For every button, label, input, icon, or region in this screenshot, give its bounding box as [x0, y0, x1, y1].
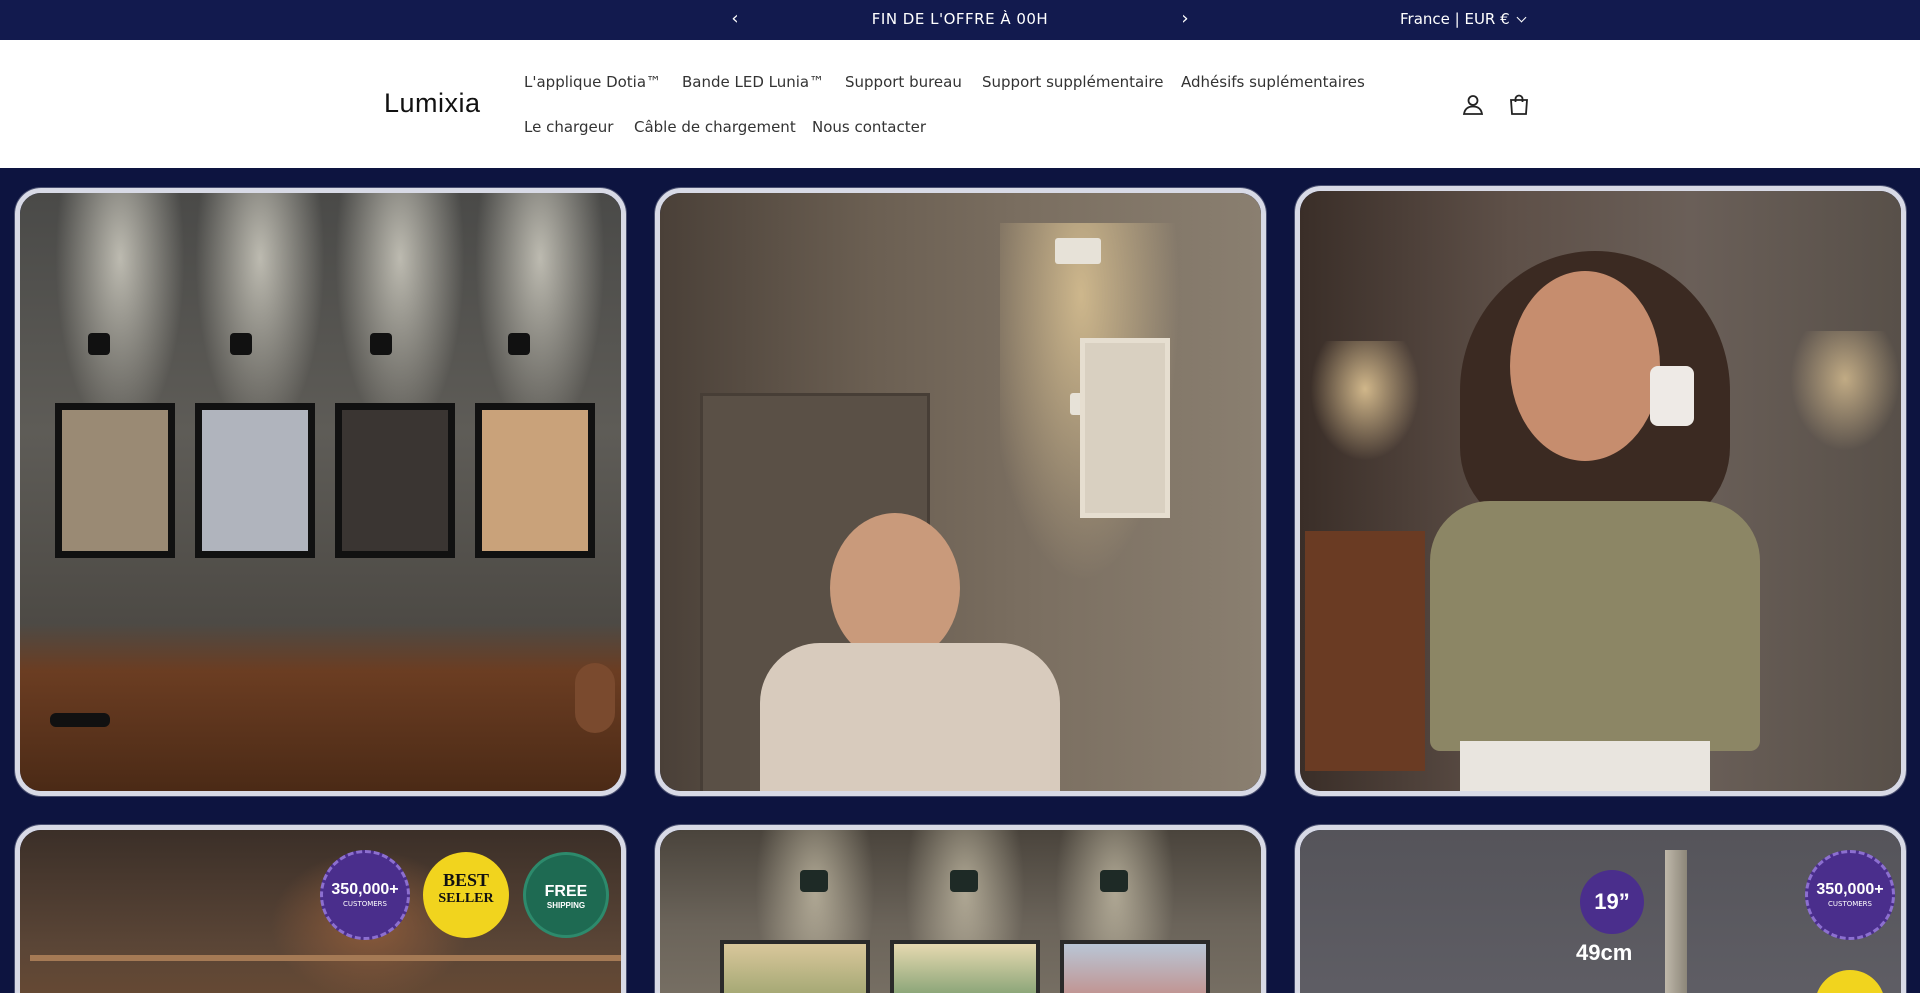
site-header: Lumixia L'applique Dotia™ Bande LED Luni… — [0, 40, 1920, 168]
gallery-image-shelf-with-badges[interactable]: 350,000+ CUSTOMERS BEST SELLER FREE SHIP… — [15, 825, 626, 993]
announcement-message: FIN DE L'OFFRE À 00H — [871, 10, 1049, 28]
previous-announcement-button[interactable]: ‹ — [724, 8, 746, 30]
account-icon[interactable] — [1460, 92, 1486, 118]
nav-support-supplementaire[interactable]: Support supplémentaire — [982, 73, 1163, 91]
chevron-down-icon — [1516, 12, 1527, 23]
nav-support-bureau[interactable]: Support bureau — [845, 73, 962, 91]
nav-nous-contacter[interactable]: Nous contacter — [812, 118, 926, 136]
size-cm-label: 49cm — [1576, 940, 1633, 965]
customers-badge-2: 350,000+ CUSTOMERS — [1805, 850, 1895, 940]
customers-badge: 350,000+ CUSTOMERS — [320, 850, 410, 940]
country-currency-selector[interactable]: France | EUR € — [1400, 10, 1527, 28]
site-logo[interactable]: Lumixia — [384, 88, 481, 119]
cart-icon[interactable] — [1506, 92, 1532, 118]
gallery-image-three-lamps-over-paintings[interactable] — [655, 825, 1266, 993]
gallery-image-woman-holding-remote[interactable] — [1295, 186, 1906, 796]
nav-cable-chargement[interactable]: Câble de chargement — [634, 118, 796, 136]
nav-adhesifs[interactable]: Adhésifs suplémentaires — [1181, 73, 1365, 91]
gallery-image-framed-cat-photos[interactable] — [15, 188, 626, 796]
nav-applique-dotia[interactable]: L'applique Dotia™ — [524, 73, 661, 91]
gallery-image-led-bar-size[interactable]: 19” 49cm 350,000+ CUSTOMERS — [1295, 825, 1906, 993]
next-announcement-button[interactable]: › — [1174, 8, 1196, 30]
best-seller-badge: BEST SELLER — [423, 852, 509, 938]
nav-bande-led-lunia[interactable]: Bande LED Lunia™ — [682, 73, 824, 91]
gallery-image-woman-pointing-at-lamp[interactable] — [655, 188, 1266, 796]
size-inches-badge: 19” — [1580, 870, 1644, 934]
free-shipping-badge: FREE SHIPPING — [523, 852, 609, 938]
locale-label: France | EUR € — [1400, 10, 1510, 28]
nav-chargeur[interactable]: Le chargeur — [524, 118, 613, 136]
announcement-bar: ‹ FIN DE L'OFFRE À 00H › France | EUR € — [0, 0, 1920, 40]
